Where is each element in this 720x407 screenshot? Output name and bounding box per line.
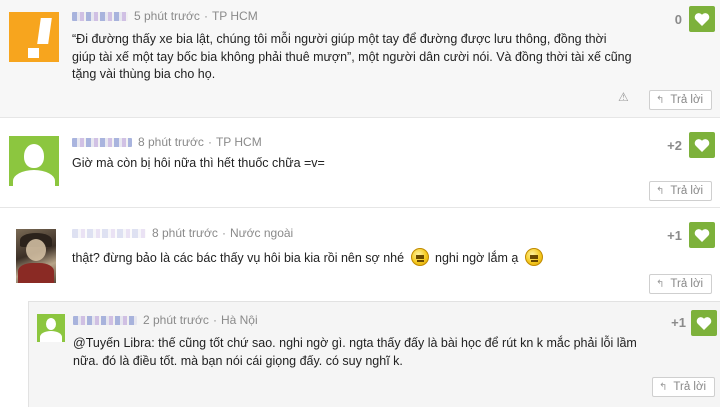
like-button[interactable] — [689, 222, 715, 248]
author-name-blurred[interactable] — [73, 315, 137, 325]
comment-item: 8 phút trước · TP HCM Giờ mà còn bị hôi … — [0, 124, 720, 208]
comment-time: 5 phút trước — [134, 9, 200, 23]
comment-text: thật? đừng bảo là các bác thấy vụ hôi bi… — [72, 248, 632, 268]
default-user-icon — [24, 144, 44, 168]
like-button[interactable] — [691, 310, 717, 336]
comment-meta: 5 phút trước · TP HCM — [72, 9, 258, 23]
like-count: +1 — [667, 228, 682, 243]
comment-item: 8 phút trước · Nước ngoài thật? đừng bảo… — [0, 214, 720, 300]
default-user-icon — [46, 318, 56, 330]
comment-location: TP HCM — [215, 135, 262, 149]
user-avatar[interactable] — [9, 12, 59, 62]
author-name-blurred[interactable] — [72, 228, 146, 238]
reply-button[interactable]: ↰ Trả lời — [649, 274, 713, 294]
like-button[interactable] — [689, 132, 715, 158]
reply-arrow-icon: ↰ — [656, 94, 665, 106]
comment-item: 5 phút trước · TP HCM “Đi đường thấy xe … — [0, 0, 720, 118]
heart-icon — [696, 316, 712, 330]
exclamation-icon — [37, 18, 52, 44]
comment-text: Giờ mà còn bị hôi nữa thì hết thuốc chữa… — [72, 156, 325, 170]
comment-location: Nước ngoài — [229, 226, 294, 240]
reply-arrow-icon: ↰ — [656, 278, 665, 290]
comment-text: @Tuyến Libra: thế cũng tốt chứ sao. nghi… — [73, 336, 637, 368]
like-button[interactable] — [689, 6, 715, 32]
reply-arrow-icon: ↰ — [659, 381, 668, 393]
like-count: +1 — [671, 315, 686, 330]
like-count: +2 — [667, 138, 682, 153]
comment-meta: 2 phút trước · Hà Nội — [73, 313, 258, 327]
worried-face-icon — [524, 248, 543, 266]
heart-icon — [694, 138, 710, 152]
comment-time: 2 phút trước — [143, 313, 209, 327]
worried-face-icon — [410, 248, 429, 266]
user-avatar[interactable] — [9, 136, 59, 186]
like-count: 0 — [674, 12, 682, 27]
comment-location: TP HCM — [211, 9, 258, 23]
user-avatar[interactable] — [16, 229, 56, 283]
comment-meta: 8 phút trước · Nước ngoài — [72, 226, 293, 240]
warning-icon[interactable]: ⚠ — [618, 90, 629, 104]
user-avatar[interactable] — [37, 314, 65, 342]
reply-comment-item: 2 phút trước · Hà Nội @Tuyến Libra: thế … — [28, 301, 720, 407]
reply-button[interactable]: ↰ Trả lời — [649, 90, 713, 110]
author-name-blurred[interactable] — [72, 137, 132, 147]
author-name-blurred[interactable] — [72, 11, 128, 21]
comment-text: “Đi đường thấy xe bia lật, chúng tôi mỗi… — [72, 32, 632, 81]
reply-arrow-icon: ↰ — [656, 185, 665, 197]
comment-time: 8 phút trước — [152, 226, 218, 240]
comment-time: 8 phút trước — [138, 135, 204, 149]
comment-meta: 8 phút trước · TP HCM — [72, 135, 262, 149]
reply-button[interactable]: ↰ Trả lời — [649, 181, 713, 201]
heart-icon — [694, 228, 710, 242]
heart-icon — [694, 12, 710, 26]
comment-location: Hà Nội — [220, 313, 258, 327]
reply-button[interactable]: ↰ Trả lời — [652, 377, 716, 397]
